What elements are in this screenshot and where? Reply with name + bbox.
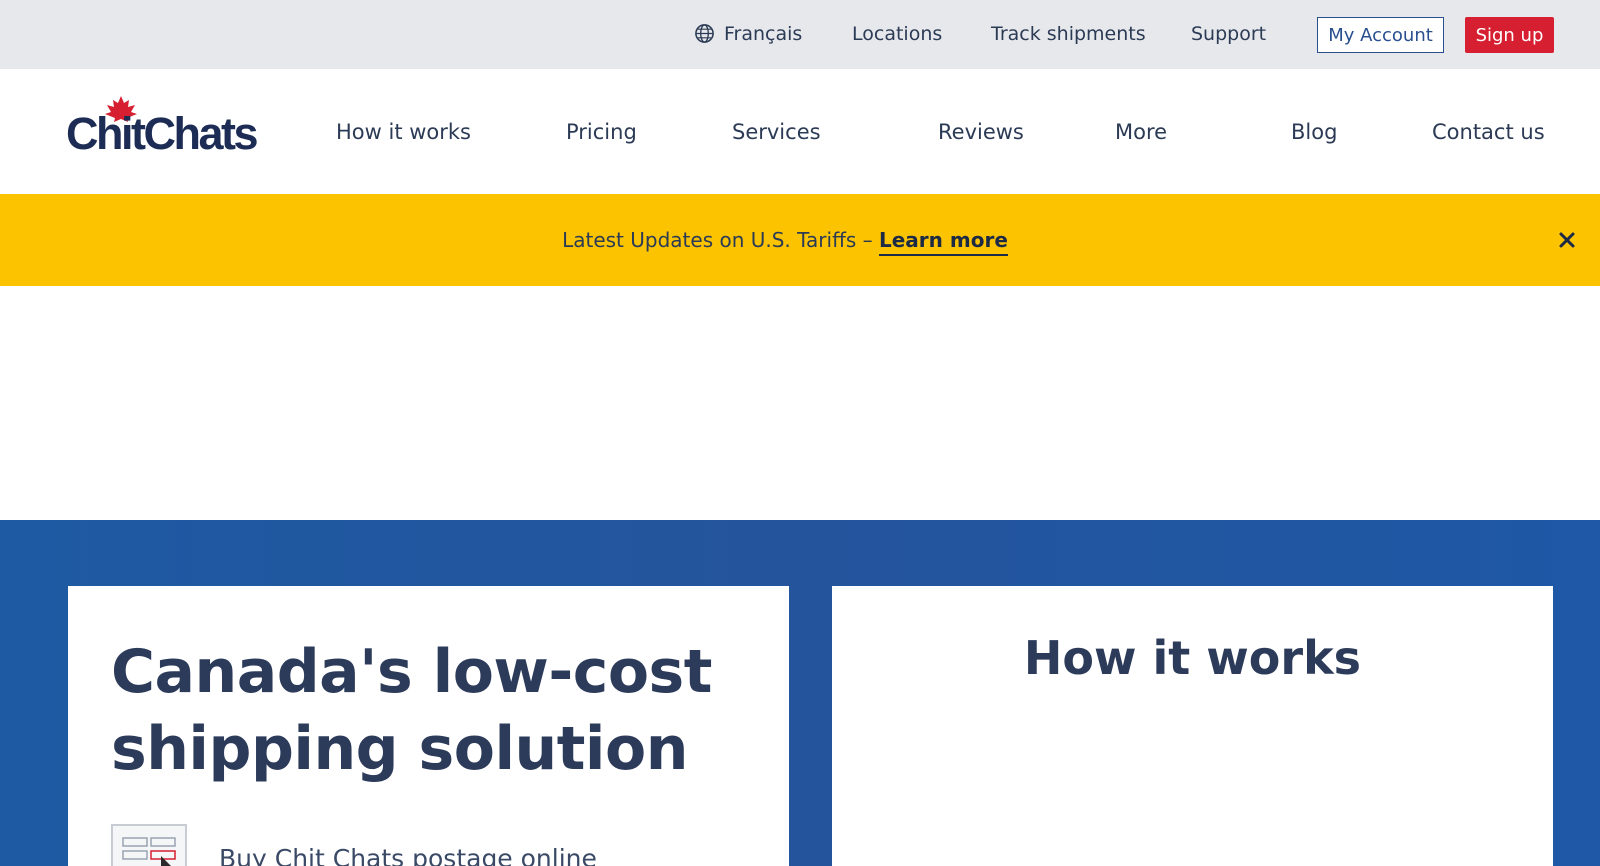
chit-chats-logo[interactable]: ChitChats	[66, 95, 266, 165]
globe-icon	[695, 24, 714, 43]
nav-reviews[interactable]: Reviews	[938, 119, 1024, 145]
locations-link[interactable]: Locations	[852, 22, 942, 46]
support-link[interactable]: Support	[1191, 22, 1266, 46]
feature-text: Buy Chit Chats postage online	[219, 844, 597, 866]
how-it-works-title: How it works	[1023, 631, 1362, 685]
nav-how-it-works[interactable]: How it works	[336, 119, 471, 145]
my-account-button[interactable]: My Account	[1317, 17, 1444, 53]
alert-text: Latest Updates on U.S. Tariffs –	[562, 228, 873, 252]
nav-more[interactable]: More	[1115, 119, 1167, 145]
nav-contact-us[interactable]: Contact us	[1432, 119, 1545, 145]
nav-blog[interactable]: Blog	[1291, 119, 1337, 145]
postage-label-icon	[111, 824, 187, 866]
hero-title: Canada's low-cost shipping solution	[111, 637, 712, 784]
how-it-works-card: How it works	[832, 586, 1553, 866]
sign-up-button[interactable]: Sign up	[1465, 17, 1554, 53]
nav-services[interactable]: Services	[732, 119, 821, 145]
track-shipments-link[interactable]: Track shipments	[991, 22, 1146, 46]
main-nav: ChitChats How it works Pricing Services …	[0, 69, 1600, 194]
tariff-alert-banner: Latest Updates on U.S. Tariffs – Learn m…	[0, 194, 1600, 286]
learn-more-link[interactable]: Learn more	[879, 228, 1008, 256]
close-icon[interactable]	[1556, 229, 1578, 251]
logo-text: ChitChats	[66, 108, 259, 159]
language-link[interactable]: Français	[695, 22, 803, 46]
hero-card: Canada's low-cost shipping solution Buy …	[68, 586, 789, 866]
language-label: Français	[724, 23, 803, 45]
nav-pricing[interactable]: Pricing	[566, 119, 637, 145]
utility-bar: Français Locations Track shipments Suppo…	[0, 0, 1600, 69]
alert-message: Latest Updates on U.S. Tariffs – Learn m…	[0, 227, 1570, 256]
